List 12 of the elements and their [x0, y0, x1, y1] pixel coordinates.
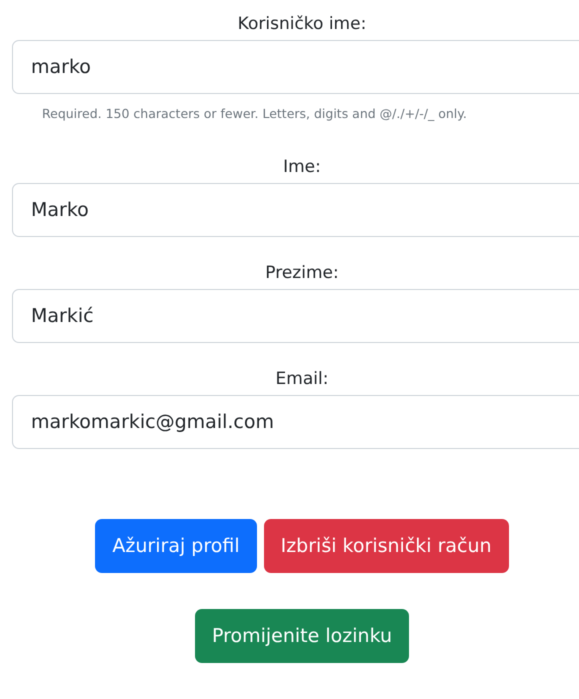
- field-label: Prezime:: [265, 262, 339, 285]
- input-field[interactable]: Markić: [12, 289, 579, 343]
- field-label: Ime:: [283, 156, 321, 179]
- field-label: Korisničko ime:: [238, 13, 366, 36]
- delete-account-button[interactable]: Izbriši korisnički račun: [264, 519, 509, 573]
- update-profile-button[interactable]: Ažuriraj profil: [95, 519, 257, 573]
- help-text: Required. 150 characters or fewer. Letters, digits and @/./+/-/_ only.: [41, 106, 467, 121]
- input-field[interactable]: markomarkic@gmail.com: [12, 395, 579, 449]
- input-field[interactable]: marko: [12, 40, 579, 94]
- input-field[interactable]: Marko: [12, 183, 579, 237]
- field-label: Email:: [276, 368, 328, 391]
- change-password-button[interactable]: Promijenite lozinku: [194, 609, 410, 663]
